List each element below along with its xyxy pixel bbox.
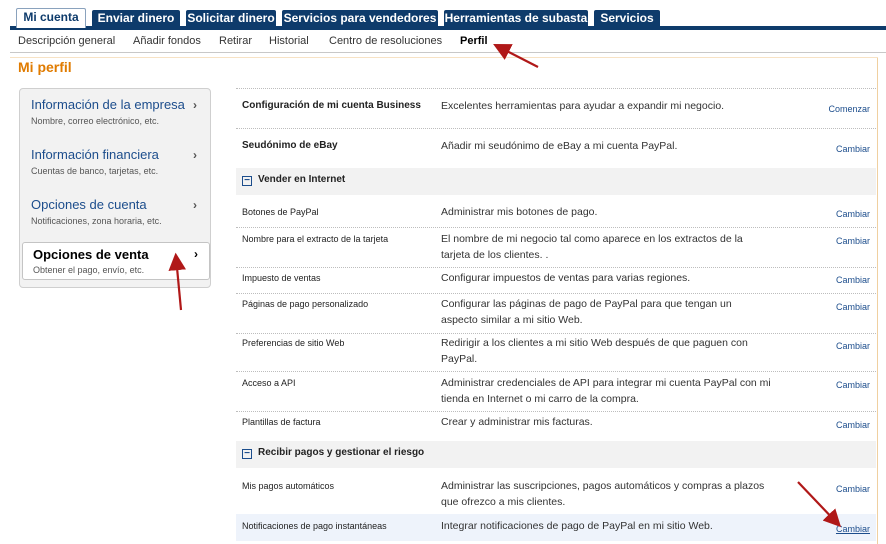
arrow-to-cambiar [797, 481, 842, 528]
arrow-to-opciones-venta [168, 252, 187, 311]
annotation-arrows [168, 43, 842, 528]
arrow-to-perfil [493, 43, 539, 68]
tab-mi-cuenta[interactable]: Mi cuenta [16, 8, 86, 28]
